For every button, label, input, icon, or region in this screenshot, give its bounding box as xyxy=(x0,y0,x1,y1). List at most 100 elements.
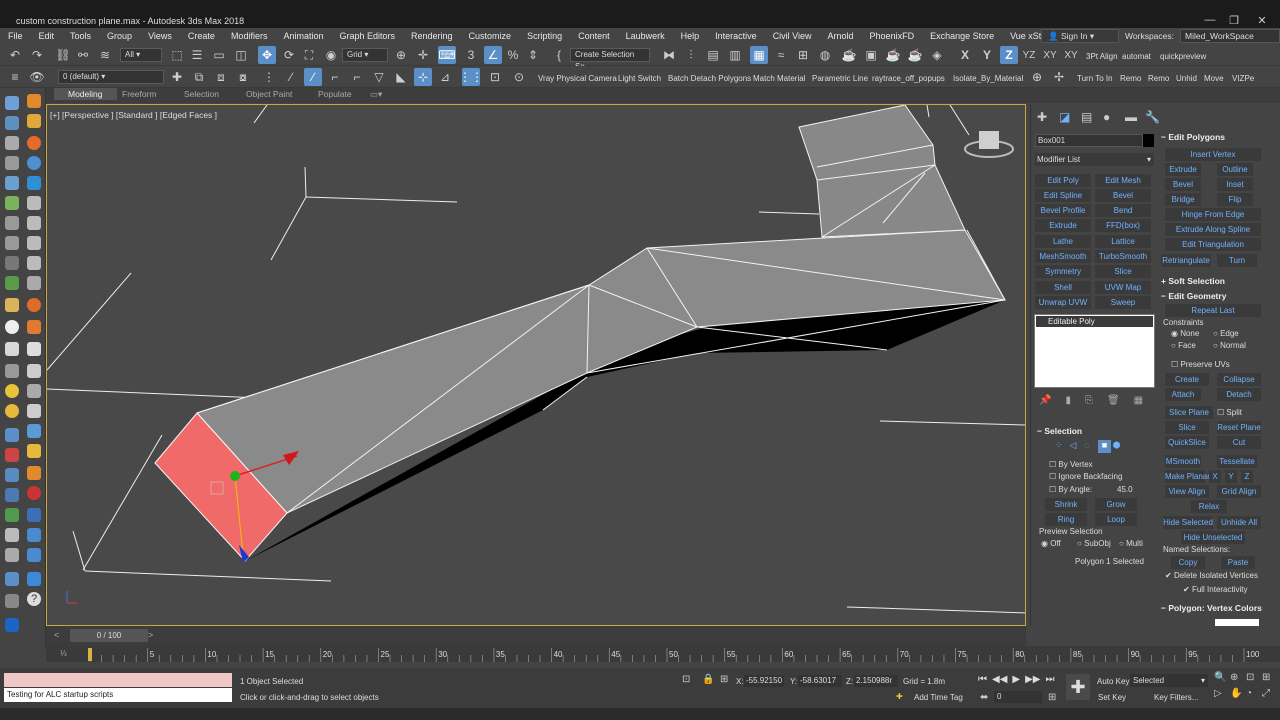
script-quickpreview[interactable]: quickpreview xyxy=(1160,52,1206,61)
fov-icon[interactable]: ▷ xyxy=(1214,688,1222,699)
time-slider-thumb[interactable]: 0 / 100 xyxy=(70,629,148,642)
snap-perp-icon[interactable]: ⊡ xyxy=(486,68,504,86)
script-isolate-by-material[interactable]: Isolate_By_Material xyxy=(953,74,1023,83)
preserve-uvs-checkbox[interactable]: ☐ Preserve UVs xyxy=(1171,360,1230,369)
angle-snap-icon[interactable]: ∠ xyxy=(484,46,502,64)
redo-icon[interactable]: ↷ xyxy=(28,46,46,64)
edge-snap-icon[interactable]: ∕ xyxy=(304,68,322,86)
maxscript-listener-pink[interactable] xyxy=(4,673,232,687)
mod-lattice[interactable]: Lattice xyxy=(1095,235,1151,248)
move-icon[interactable]: ✥ xyxy=(258,46,276,64)
tab-selection[interactable]: Selection xyxy=(184,89,219,99)
create-layer-icon[interactable]: ✚ xyxy=(168,68,186,86)
percent-snap-icon[interactable]: % xyxy=(504,46,522,64)
maximize-button[interactable]: ❐ xyxy=(1224,14,1244,28)
axis-xy-button[interactable]: XY xyxy=(1041,46,1059,64)
mod-meshsmooth[interactable]: MeshSmooth xyxy=(1035,250,1091,263)
pivot-center-icon[interactable]: ⊕ xyxy=(392,46,410,64)
fire-icon[interactable] xyxy=(27,136,41,150)
preview-off-radio[interactable]: ◉ Off xyxy=(1041,539,1061,548)
paste-button[interactable]: Paste xyxy=(1221,556,1255,569)
grid-snap-icon[interactable]: ⋮ xyxy=(260,68,278,86)
material-editor-icon[interactable]: ◍ xyxy=(816,46,834,64)
bevel-button[interactable]: Bevel xyxy=(1165,178,1201,191)
reset-plane-button[interactable]: Reset Plane xyxy=(1217,421,1261,434)
mod-slice[interactable]: Slice xyxy=(1095,265,1151,278)
select-manipulate-icon[interactable]: ✛ xyxy=(414,46,432,64)
object-name-field[interactable]: Box001 xyxy=(1035,134,1143,147)
remove-modifier-icon[interactable]: 🗑 xyxy=(1107,395,1120,407)
mod-edit-mesh[interactable]: Edit Mesh xyxy=(1095,174,1151,187)
snap-bbox-icon[interactable]: ⊿ xyxy=(436,68,454,86)
ring-button[interactable]: Ring xyxy=(1045,513,1087,526)
menu-modifiers[interactable]: Modifiers xyxy=(223,31,276,41)
utilities-tab-icon[interactable]: 🔧 xyxy=(1145,110,1160,124)
snap-endpoint-icon[interactable]: ◣ xyxy=(392,68,410,86)
menu-exchange-store[interactable]: Exchange Store xyxy=(922,31,1002,41)
relax-button[interactable]: Relax xyxy=(1191,500,1227,513)
prev-frame-icon[interactable]: ◀◀ xyxy=(992,674,1007,688)
full-interactivity-checkbox[interactable]: ✔ Full Interactivity xyxy=(1183,585,1248,594)
axis-z-button[interactable]: Z xyxy=(1000,46,1018,64)
pan-icon[interactable]: ✋ xyxy=(1230,688,1242,699)
viewport-label[interactable]: [+] [Perspective ] [Standard ] [Edged Fa… xyxy=(50,110,217,120)
x-coordinate-field[interactable]: -55.92150 xyxy=(744,675,784,687)
play-icon[interactable] xyxy=(27,216,41,230)
script-batch-detach[interactable]: Batch Detach Polygons xyxy=(668,74,751,83)
script-3pt-align[interactable]: 3Pt Align xyxy=(1086,52,1118,61)
gear-icon[interactable] xyxy=(27,364,41,378)
slice-plane-button[interactable]: Slice Plane xyxy=(1165,406,1213,419)
make-unique-icon[interactable]: ⎘ xyxy=(1085,395,1093,407)
menu-laubwerk[interactable]: Laubwerk xyxy=(618,31,673,41)
container-icon[interactable] xyxy=(27,444,41,458)
retriangulate-button[interactable]: Retriangulate xyxy=(1161,254,1211,267)
key-filters-button[interactable]: Key Filters... xyxy=(1154,693,1198,702)
link-icon[interactable]: ⛓ xyxy=(54,46,72,64)
maxscript-listener-white[interactable]: Testing for ALC startup scripts xyxy=(4,688,232,702)
window-crossing-icon[interactable]: ◫ xyxy=(232,46,250,64)
place-icon[interactable]: ◉ xyxy=(322,46,340,64)
rotate-icon[interactable]: ⟳ xyxy=(280,46,298,64)
script-light-switch[interactable]: Light Switch xyxy=(618,74,661,83)
edge-level-icon[interactable]: ◁ xyxy=(1069,440,1081,453)
tessellate-button[interactable]: Tessellate xyxy=(1217,455,1257,468)
motion-tab-icon[interactable]: ● xyxy=(1103,110,1110,124)
mod-bend[interactable]: Bend xyxy=(1095,204,1151,217)
bridge-button[interactable]: Bridge xyxy=(1165,193,1201,206)
ribbon-options-icon[interactable]: ▭▾ xyxy=(370,89,382,100)
orbit-icon[interactable]: ◔ xyxy=(1246,688,1252,699)
hierarchy-icon[interactable] xyxy=(27,94,41,108)
time-slider-left-arrow[interactable]: < xyxy=(54,630,59,640)
scale-icon[interactable]: ⛶ xyxy=(300,46,318,64)
preview-multi-radio[interactable]: ○ Multi xyxy=(1119,539,1143,548)
mod-uvw-map[interactable]: UVW Map xyxy=(1095,281,1151,294)
utilities-icon[interactable] xyxy=(5,156,19,170)
maxscript-icon[interactable] xyxy=(5,618,19,632)
menu-arnold[interactable]: Arnold xyxy=(820,31,862,41)
goto-end-icon[interactable]: ⏭ xyxy=(1045,674,1054,688)
element-level-icon[interactable]: ⬢ xyxy=(1113,440,1125,453)
box-icon[interactable] xyxy=(5,298,19,312)
selection-filter-dropdown[interactable]: All ▾ xyxy=(120,48,162,62)
select-object-icon[interactable]: ⬚ xyxy=(168,46,186,64)
render-iterative-icon[interactable]: ☕ xyxy=(906,46,924,64)
menu-file[interactable]: File xyxy=(0,31,31,41)
minimize-button[interactable]: — xyxy=(1200,14,1220,28)
layer-dropdown[interactable]: 0 (default) ▾ xyxy=(58,70,164,84)
collapse-button[interactable]: Collapse xyxy=(1217,373,1261,386)
leaf-icon[interactable] xyxy=(5,508,19,522)
planar-z-button[interactable]: Z xyxy=(1241,470,1253,483)
time-config-icon[interactable]: ⊞ xyxy=(1048,692,1056,703)
pin-stack-icon[interactable]: 📌 xyxy=(1039,395,1051,407)
render-setup-icon[interactable]: ☕ xyxy=(840,46,858,64)
cut-button[interactable]: Cut xyxy=(1217,436,1261,449)
object-color-swatch[interactable] xyxy=(1143,134,1154,147)
undo-icon[interactable]: ↶ xyxy=(6,46,24,64)
script-vizpe[interactable]: VIZPe xyxy=(1232,74,1254,83)
set-key-button[interactable]: Set Key xyxy=(1098,693,1126,702)
tab-populate[interactable]: Populate xyxy=(318,89,352,99)
outline-button[interactable]: Outline xyxy=(1217,163,1253,176)
script-move[interactable]: Move xyxy=(1204,74,1224,83)
camera-icon[interactable] xyxy=(27,196,41,210)
axis-y-button[interactable]: Y xyxy=(978,46,996,64)
